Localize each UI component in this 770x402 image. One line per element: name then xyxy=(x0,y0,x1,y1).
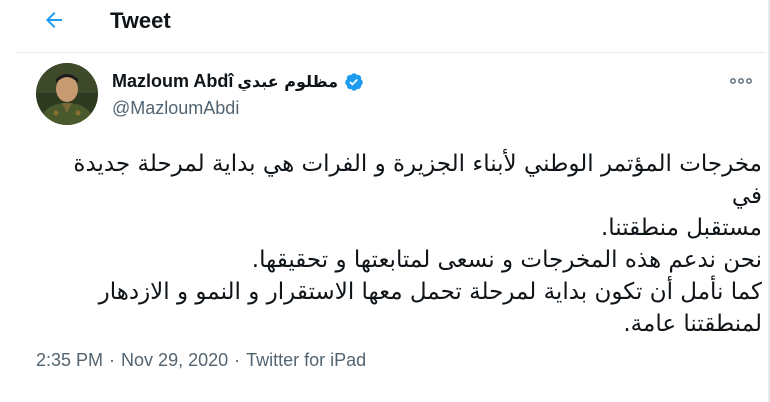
tweet-time[interactable]: 2:35 PM xyxy=(36,350,103,371)
tweet-line: لمنطقتنا عامة. xyxy=(623,311,762,337)
tweet-line: مستقبل منطقتنا. xyxy=(600,215,762,241)
tweet-line: مخرجات المؤتمر الوطني لأبناء الجزيرة و ا… xyxy=(73,151,762,209)
verified-badge-icon xyxy=(344,72,364,92)
header-bar: Tweet xyxy=(16,0,766,53)
tweet-source[interactable]: Twitter for iPad xyxy=(246,350,366,371)
author-name-arabic: مظلوم عبدي xyxy=(237,72,339,91)
tweet-page: Tweet Mazloum Abdî مظلوم عبدي @MazloumAb… xyxy=(16,0,768,402)
author-name[interactable]: Mazloum Abdî مظلوم عبدي xyxy=(112,71,364,92)
meta-separator: · xyxy=(234,350,241,370)
back-button[interactable] xyxy=(36,4,72,40)
tweet-line: نحن ندعم هذه المخرجات و نسعى لمتابعتها و… xyxy=(251,247,762,273)
tweet-line: كما نأمل أن تكون بداية لمرحلة تحمل معها … xyxy=(98,279,762,305)
tweet-date[interactable]: Nov 29, 2020 xyxy=(121,350,228,371)
page-title: Tweet xyxy=(110,8,171,33)
arrow-left-icon xyxy=(42,8,66,37)
tweet-text: مخرجات المؤتمر الوطني لأبناء الجزيرة و ا… xyxy=(36,148,762,340)
author-handle[interactable]: @MazloumAbdi xyxy=(112,98,239,119)
more-dots-icon xyxy=(730,71,752,89)
author-name-latin: Mazloum Abdî xyxy=(112,71,234,91)
tweet-meta: 2:35 PM · Nov 29, 2020 · Twitter for iPa… xyxy=(36,350,366,371)
more-button[interactable] xyxy=(726,68,756,92)
avatar[interactable] xyxy=(36,63,98,125)
meta-separator: · xyxy=(109,350,116,370)
